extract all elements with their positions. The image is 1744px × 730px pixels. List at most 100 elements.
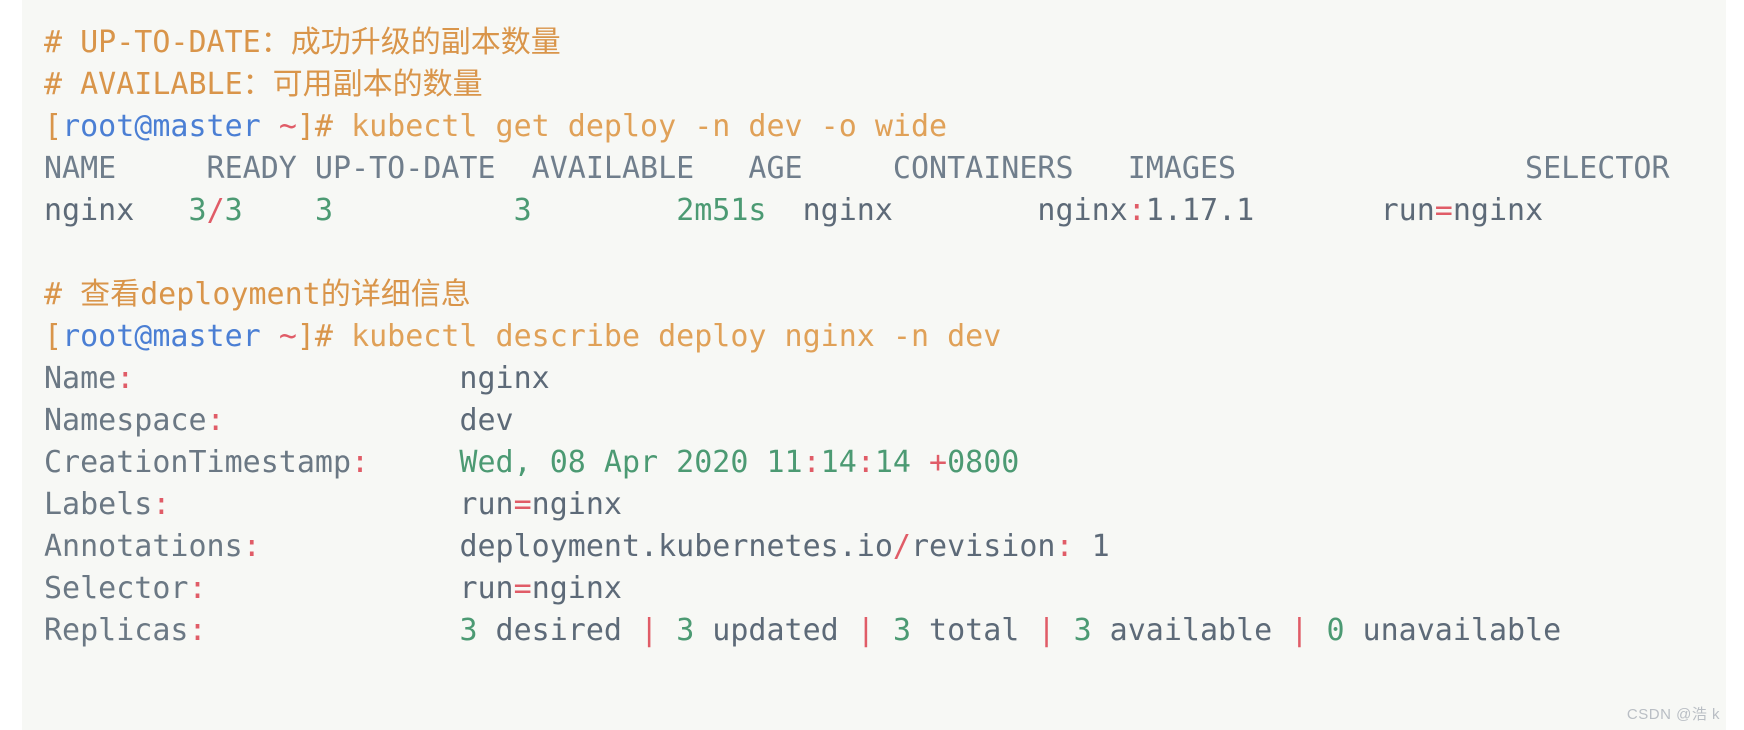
prompt-user-host: root@master xyxy=(62,319,261,354)
field-replicas-val-5: updated xyxy=(694,613,857,648)
table-data-row-seg-1: 3 xyxy=(188,193,207,228)
field-replicas: Replicas: 3 desired | 3 updated | 3 tota… xyxy=(0,610,1744,652)
field-annotations: Annotations: deployment.kubernetes.io/re… xyxy=(0,526,1744,568)
terminal-output: # UP-TO-DATE：成功升级的副本数量 # AVAILABLE：可用副本的数… xyxy=(0,0,1744,730)
field-replicas-val-9: total xyxy=(911,613,1038,648)
table-data-row-seg-4 xyxy=(243,193,315,228)
prompt-close-hash: ]# xyxy=(296,109,352,144)
field-replicas-val-0: 3 xyxy=(459,613,478,648)
field-creationtimestamp-pad xyxy=(369,445,459,480)
command-text: kubectl describe deploy nginx -n dev xyxy=(351,319,1002,354)
field-selector-key: Selector xyxy=(44,571,189,606)
prompt-tilde: ~ xyxy=(278,319,297,354)
field-replicas-val-17: unavailable xyxy=(1344,613,1562,648)
comment-up-to-date: # UP-TO-DATE：成功升级的副本数量 xyxy=(0,22,1744,64)
field-replicas-val-10: | xyxy=(1037,613,1056,648)
field-annotations-val-0: deployment.kubernetes.io xyxy=(459,529,893,564)
field-creationtimestamp: CreationTimestamp: Wed, 08 Apr 2020 11:1… xyxy=(0,442,1744,484)
field-replicas-val-4: 3 xyxy=(676,613,695,648)
field-replicas-val-8: 3 xyxy=(892,613,911,648)
table-data-row-seg-2: / xyxy=(206,193,225,228)
csdn-watermark: CSDN @浩 k xyxy=(1626,706,1720,723)
field-replicas-val-11 xyxy=(1056,613,1074,648)
field-annotations-key: Annotations xyxy=(44,529,243,564)
field-annotations-pad xyxy=(261,529,460,564)
terminal-line-list: # UP-TO-DATE：成功升级的副本数量 # AVAILABLE：可用副本的数… xyxy=(0,22,1744,652)
field-name-pad xyxy=(134,361,459,396)
field-replicas-val-6: | xyxy=(856,613,875,648)
field-selector-pad xyxy=(207,571,460,606)
table-data-row-seg-3: 3 xyxy=(224,193,243,228)
field-annotations-val-2: revision xyxy=(910,529,1056,564)
field-creationtimestamp-val-1: : xyxy=(802,445,821,480)
field-annotations-val-4: 1 xyxy=(1073,529,1110,564)
comment-available: # AVAILABLE：可用副本的数量 xyxy=(0,64,1744,106)
field-selector-val-1: = xyxy=(513,571,532,606)
field-replicas-val-13: available xyxy=(1091,613,1291,648)
field-annotations-colon: : xyxy=(242,529,261,564)
table-data-row-seg-12: 1.17.1 run xyxy=(1145,193,1435,228)
field-labels-val-1: = xyxy=(513,487,532,522)
comment-available-text: # AVAILABLE：可用副本的数量 xyxy=(44,67,483,102)
prompt-describe-deploy: [root@master ~]# kubectl describe deploy… xyxy=(0,316,1744,358)
field-replicas-pad xyxy=(207,613,460,648)
field-annotations-val-3: : xyxy=(1055,529,1074,564)
command-text: kubectl get deploy -n dev -o wide xyxy=(351,109,948,144)
field-replicas-val-1: desired xyxy=(477,613,641,648)
prompt-user-host: root@master xyxy=(62,109,261,144)
field-creationtimestamp-val-3: : xyxy=(856,445,875,480)
field-creationtimestamp-val-6: 0800 xyxy=(947,445,1020,480)
prompt-tilde: ~ xyxy=(278,109,297,144)
field-name-colon: : xyxy=(116,361,135,396)
field-replicas-val-7 xyxy=(875,613,893,648)
field-replicas-val-15 xyxy=(1308,613,1326,648)
field-name: Name: nginx xyxy=(0,358,1744,400)
field-replicas-val-12: 3 xyxy=(1073,613,1092,648)
table-data-row-seg-8 xyxy=(532,193,677,228)
field-labels: Labels: run=nginx xyxy=(0,484,1744,526)
prompt-open-bracket: [ xyxy=(44,319,63,354)
prompt-get-deploy: [root@master ~]# kubectl get deploy -n d… xyxy=(0,106,1744,148)
field-name-val-0: nginx xyxy=(459,361,550,396)
field-replicas-colon: : xyxy=(188,613,207,648)
table-data-row-seg-11: : xyxy=(1127,193,1146,228)
field-replicas-val-14: | xyxy=(1290,613,1309,648)
field-creationtimestamp-key: CreationTimestamp xyxy=(44,445,352,480)
field-namespace-key: Namespace xyxy=(44,403,207,438)
field-namespace-val-0: dev xyxy=(459,403,514,438)
spacer-1 xyxy=(0,232,1744,274)
field-labels-colon: : xyxy=(152,487,171,522)
field-namespace-pad xyxy=(225,403,460,438)
field-labels-pad xyxy=(170,487,459,522)
field-replicas-val-2: | xyxy=(640,613,659,648)
table-data-row-seg-14: nginx xyxy=(1452,193,1544,228)
prompt-close-hash: ]# xyxy=(296,319,352,354)
comment-describe-deployment: # 查看deployment的详细信息 xyxy=(0,274,1744,316)
table-header-row-text: NAME READY UP-TO-DATE AVAILABLE AGE CONT… xyxy=(44,151,1670,186)
field-creationtimestamp-val-5: + xyxy=(929,445,948,480)
table-data-row: nginx 3/3 3 3 2m51s nginx nginx:1.17.1 r… xyxy=(0,190,1744,232)
field-selector: Selector: run=nginx xyxy=(0,568,1744,610)
field-creationtimestamp-val-2: 14 xyxy=(820,445,857,480)
field-creationtimestamp-val-0: Wed, 08 Apr 2020 11 xyxy=(459,445,803,480)
field-creationtimestamp-val-4: 14 xyxy=(874,445,930,480)
table-data-row-seg-9: 2m51s xyxy=(676,193,767,228)
comment-describe-deployment-text: # 查看deployment的详细信息 xyxy=(44,277,471,312)
field-creationtimestamp-colon: : xyxy=(351,445,370,480)
field-selector-val-0: run xyxy=(459,571,514,606)
field-replicas-val-3 xyxy=(658,613,676,648)
table-data-row-seg-13: = xyxy=(1434,193,1453,228)
field-name-key: Name xyxy=(44,361,117,396)
table-data-row-seg-0: nginx xyxy=(44,193,189,228)
prompt-open-bracket: [ xyxy=(44,109,63,144)
table-data-row-seg-10: nginx nginx xyxy=(766,193,1128,228)
field-replicas-key: Replicas xyxy=(44,613,189,648)
field-labels-val-2: nginx xyxy=(531,487,622,522)
field-namespace-colon: : xyxy=(206,403,225,438)
blank-text xyxy=(44,235,62,270)
field-labels-val-0: run xyxy=(459,487,514,522)
field-namespace: Namespace: dev xyxy=(0,400,1744,442)
field-labels-key: Labels xyxy=(44,487,153,522)
table-header-row: NAME READY UP-TO-DATE AVAILABLE AGE CONT… xyxy=(0,148,1744,190)
